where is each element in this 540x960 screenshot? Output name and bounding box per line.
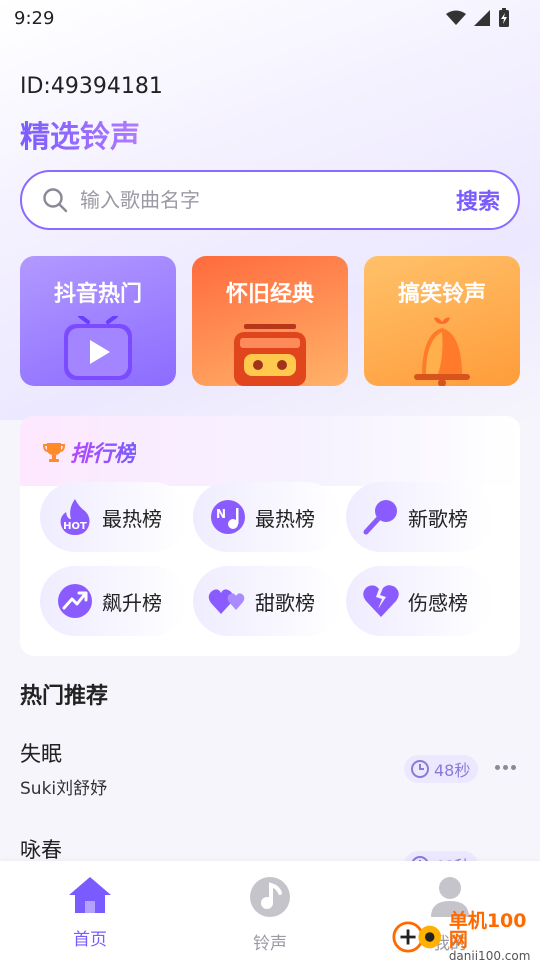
song-duration: 48秒: [434, 761, 471, 780]
bell-icon: [414, 317, 470, 386]
page-title: 精选铃声: [20, 112, 140, 156]
section-title-hot-recommend: 热门推荐: [20, 684, 109, 709]
microphone-icon: [363, 500, 397, 535]
watermark: 单机100网 danji100.com: [392, 912, 540, 960]
song-title: 失眠: [20, 742, 62, 766]
watermark-url: danji100.com: [448, 949, 531, 960]
search-button[interactable]: 搜索: [456, 184, 500, 216]
broken-heart-icon: [363, 585, 399, 617]
trend-up-icon: [58, 584, 92, 618]
song-title: 咏春: [20, 838, 62, 862]
tv-play-icon: [64, 316, 132, 380]
rank-item-hottest[interactable]: HOT 最热榜: [40, 482, 188, 552]
user-id: ID:49394181: [20, 74, 163, 99]
svg-text:HOT: HOT: [63, 521, 87, 532]
rank-label: 甜歌榜: [255, 590, 315, 615]
watermark-brand: 单机100网: [448, 910, 527, 951]
rank-item-rising[interactable]: 飙升榜: [40, 566, 188, 636]
watermark-logo-icon: [392, 921, 442, 953]
nav-label: 首页: [73, 930, 107, 950]
duration-badge: 48秒: [404, 755, 478, 783]
category-label: 抖音热门: [53, 282, 142, 307]
rank-item-sweet-songs[interactable]: 甜歌榜: [193, 566, 341, 636]
ranking-panel: 排行榜 HOT 最热榜 N 最热榜 新歌榜 飙升榜 甜歌榜 伤感榜: [20, 416, 520, 656]
music-disc-icon: [250, 877, 290, 917]
rank-item-new-songs[interactable]: 新歌榜: [346, 482, 494, 552]
ranking-title: 排行榜: [70, 436, 136, 468]
category-nostalgic-classic[interactable]: 怀旧经典: [192, 256, 348, 386]
trophy-icon: [42, 443, 66, 462]
home-icon: [69, 877, 111, 913]
rank-label: 伤感榜: [408, 590, 468, 615]
radio-icon: [234, 324, 306, 386]
search-icon: [43, 188, 68, 213]
rank-label: 最热榜: [102, 506, 162, 531]
search-bar[interactable]: 搜索: [20, 170, 520, 230]
category-douyin-hot[interactable]: 抖音热门: [20, 256, 176, 386]
wifi-icon: [446, 10, 466, 25]
more-options-button[interactable]: [490, 752, 520, 782]
nav-tab-ringtones[interactable]: 铃声: [220, 875, 320, 954]
rank-label: 最热榜: [255, 506, 315, 531]
status-bar: 9:29: [0, 0, 540, 36]
signal-icon: [474, 10, 490, 26]
category-funny-ringtones[interactable]: 搞笑铃声: [364, 256, 520, 386]
svg-text:N: N: [216, 507, 226, 521]
rank-item-sad-songs[interactable]: 伤感榜: [346, 566, 494, 636]
rank-label: 飙升榜: [102, 590, 162, 615]
song-item[interactable]: 失眠 Suki刘舒妤 48秒: [0, 738, 540, 818]
clock-icon: [411, 760, 429, 778]
search-input[interactable]: [80, 188, 456, 212]
song-artist: Suki刘舒妤: [20, 779, 108, 799]
battery-icon: [499, 8, 509, 27]
status-time: 9:29: [14, 7, 55, 29]
nav-label: 铃声: [253, 934, 287, 954]
rank-item-hottest-2[interactable]: N 最热榜: [193, 482, 341, 552]
nav-tab-home[interactable]: 首页: [40, 875, 140, 950]
hot-flame-icon: HOT: [60, 499, 90, 535]
category-label: 怀旧经典: [225, 282, 314, 307]
rank-label: 新歌榜: [408, 506, 468, 531]
music-note-icon: N: [211, 500, 245, 534]
hearts-icon: [208, 589, 245, 614]
category-label: 搞笑铃声: [397, 282, 486, 307]
